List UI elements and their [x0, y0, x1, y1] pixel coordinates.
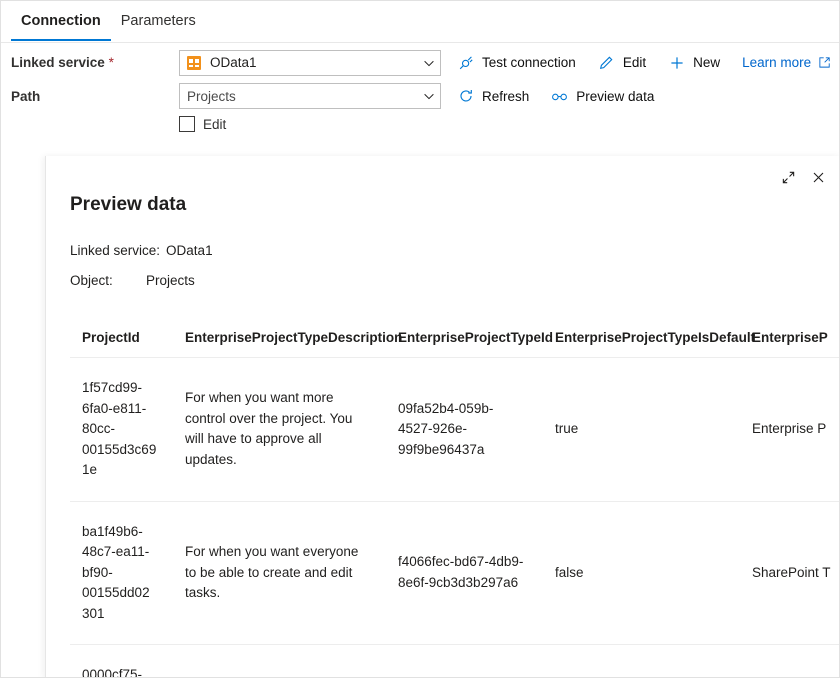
tab-connection-label: Connection	[21, 13, 101, 29]
cell-projectid: 0000cf75-fb12-4ffc-a404-aec4f3258a9c	[70, 645, 173, 678]
column-header-projectid[interactable]: ProjectId	[70, 330, 173, 358]
path-label: Path	[11, 89, 179, 104]
preview-table: ProjectId EnterpriseProjectTypeDescripti…	[70, 330, 840, 678]
panel-linked-service-value: OData1	[166, 243, 213, 258]
edit-path-checkbox-label: Edit	[203, 117, 226, 132]
edit-linked-service-button[interactable]: Edit	[598, 54, 646, 71]
cell-description: For when you want more control over the …	[173, 358, 386, 502]
close-icon	[811, 170, 826, 190]
edit-path-checkbox-row: Edit	[1, 110, 840, 138]
column-header-enterpriseprojecttypedescription[interactable]: EnterpriseProjectTypeDescription	[173, 330, 386, 358]
path-dropdown[interactable]: Projects	[179, 83, 441, 109]
cell-enterprisep: SharePoint T	[740, 501, 840, 645]
cell-enterprisep: Enterprise P	[740, 358, 840, 502]
expand-panel-button[interactable]	[773, 166, 803, 194]
cell-projectid: 1f57cd99-6fa0-e811-80cc-00155d3c691e	[70, 358, 173, 502]
tab-parameters[interactable]: Parameters	[111, 1, 206, 40]
cell-isdefault	[543, 645, 740, 678]
plug-icon	[457, 54, 474, 71]
tab-parameters-label: Parameters	[121, 13, 196, 29]
linked-service-row: Linked service * OData1 Test connection	[1, 43, 840, 82]
cell-typeid: 09fa52b4-059b-4527-926e-99f9be96437a	[386, 358, 543, 502]
plus-icon	[668, 54, 685, 71]
connection-pane: Connection Parameters Linked service * O…	[0, 0, 840, 678]
panel-controls	[773, 166, 833, 194]
panel-linked-service: Linked service: OData1	[70, 243, 213, 258]
edit-linked-service-label: Edit	[623, 55, 646, 70]
cell-typeid	[386, 645, 543, 678]
preview-data-panel: Preview data Linked service: OData1 Obje…	[45, 156, 840, 678]
tab-strip: Connection Parameters	[1, 1, 840, 43]
cell-description	[173, 645, 386, 678]
chevron-down-icon	[422, 56, 436, 70]
cell-enterprisep	[740, 645, 840, 678]
refresh-label: Refresh	[482, 89, 529, 104]
expand-diagonal-icon	[781, 170, 796, 190]
tab-connection[interactable]: Connection	[11, 1, 111, 40]
new-linked-service-label: New	[693, 55, 720, 70]
connection-actions: Test connection Edit New Learn more	[457, 54, 831, 71]
path-value: Projects	[187, 89, 422, 104]
cell-isdefault: true	[543, 358, 740, 502]
panel-linked-service-key: Linked service:	[70, 243, 160, 258]
odata-service-icon	[187, 56, 201, 70]
learn-more-label: Learn more	[742, 55, 811, 70]
linked-service-value: OData1	[210, 55, 422, 70]
connection-form: Linked service * OData1 Test connection	[1, 43, 840, 138]
panel-object: Object: Projects	[70, 273, 195, 288]
new-linked-service-button[interactable]: New	[668, 54, 720, 71]
test-connection-button[interactable]: Test connection	[457, 54, 576, 71]
panel-object-value: Projects	[146, 273, 195, 288]
table-row: 1f57cd99-6fa0-e811-80cc-00155d3c691e For…	[70, 358, 840, 502]
cell-description: For when you want everyone to be able to…	[173, 501, 386, 645]
table-header-row: ProjectId EnterpriseProjectTypeDescripti…	[70, 330, 840, 358]
linked-service-label: Linked service *	[11, 55, 179, 70]
path-row: Path Projects Refresh	[1, 82, 840, 110]
table-row: ba1f49b6-48c7-ea11-bf90-00155dd02301 For…	[70, 501, 840, 645]
pencil-icon	[598, 54, 615, 71]
panel-object-key: Object:	[70, 273, 146, 288]
table-row: 0000cf75-fb12-4ffc-a404-aec4f3258a9c	[70, 645, 840, 678]
required-asterisk: *	[109, 55, 114, 70]
column-header-enterprisep[interactable]: EnterpriseP	[740, 330, 840, 358]
linked-service-label-text: Linked service	[11, 55, 105, 70]
cell-projectid: ba1f49b6-48c7-ea11-bf90-00155dd02301	[70, 501, 173, 645]
path-actions: Refresh Preview data	[457, 88, 676, 105]
preview-data-button[interactable]: Preview data	[551, 88, 654, 105]
column-header-enterpriseprojecttypeisdefault[interactable]: EnterpriseProjectTypeIsDefault	[543, 330, 740, 358]
preview-data-label: Preview data	[576, 89, 654, 104]
edit-path-checkbox[interactable]	[179, 116, 195, 132]
chevron-down-icon	[422, 89, 436, 103]
external-link-icon	[818, 56, 831, 69]
linked-service-dropdown[interactable]: OData1	[179, 50, 441, 76]
cell-isdefault: false	[543, 501, 740, 645]
column-header-enterpriseprojecttypeid[interactable]: EnterpriseProjectTypeId	[386, 330, 543, 358]
preview-table-scroll[interactable]: ProjectId EnterpriseProjectTypeDescripti…	[70, 330, 840, 678]
learn-more-link[interactable]: Learn more	[742, 55, 831, 70]
panel-title: Preview data	[70, 194, 186, 216]
refresh-button[interactable]: Refresh	[457, 88, 529, 105]
refresh-icon	[457, 88, 474, 105]
close-panel-button[interactable]	[803, 166, 833, 194]
cell-typeid: f4066fec-bd67-4db9-8e6f-9cb3d3b297a6	[386, 501, 543, 645]
path-label-text: Path	[11, 89, 40, 104]
glasses-icon	[551, 88, 568, 105]
test-connection-label: Test connection	[482, 55, 576, 70]
